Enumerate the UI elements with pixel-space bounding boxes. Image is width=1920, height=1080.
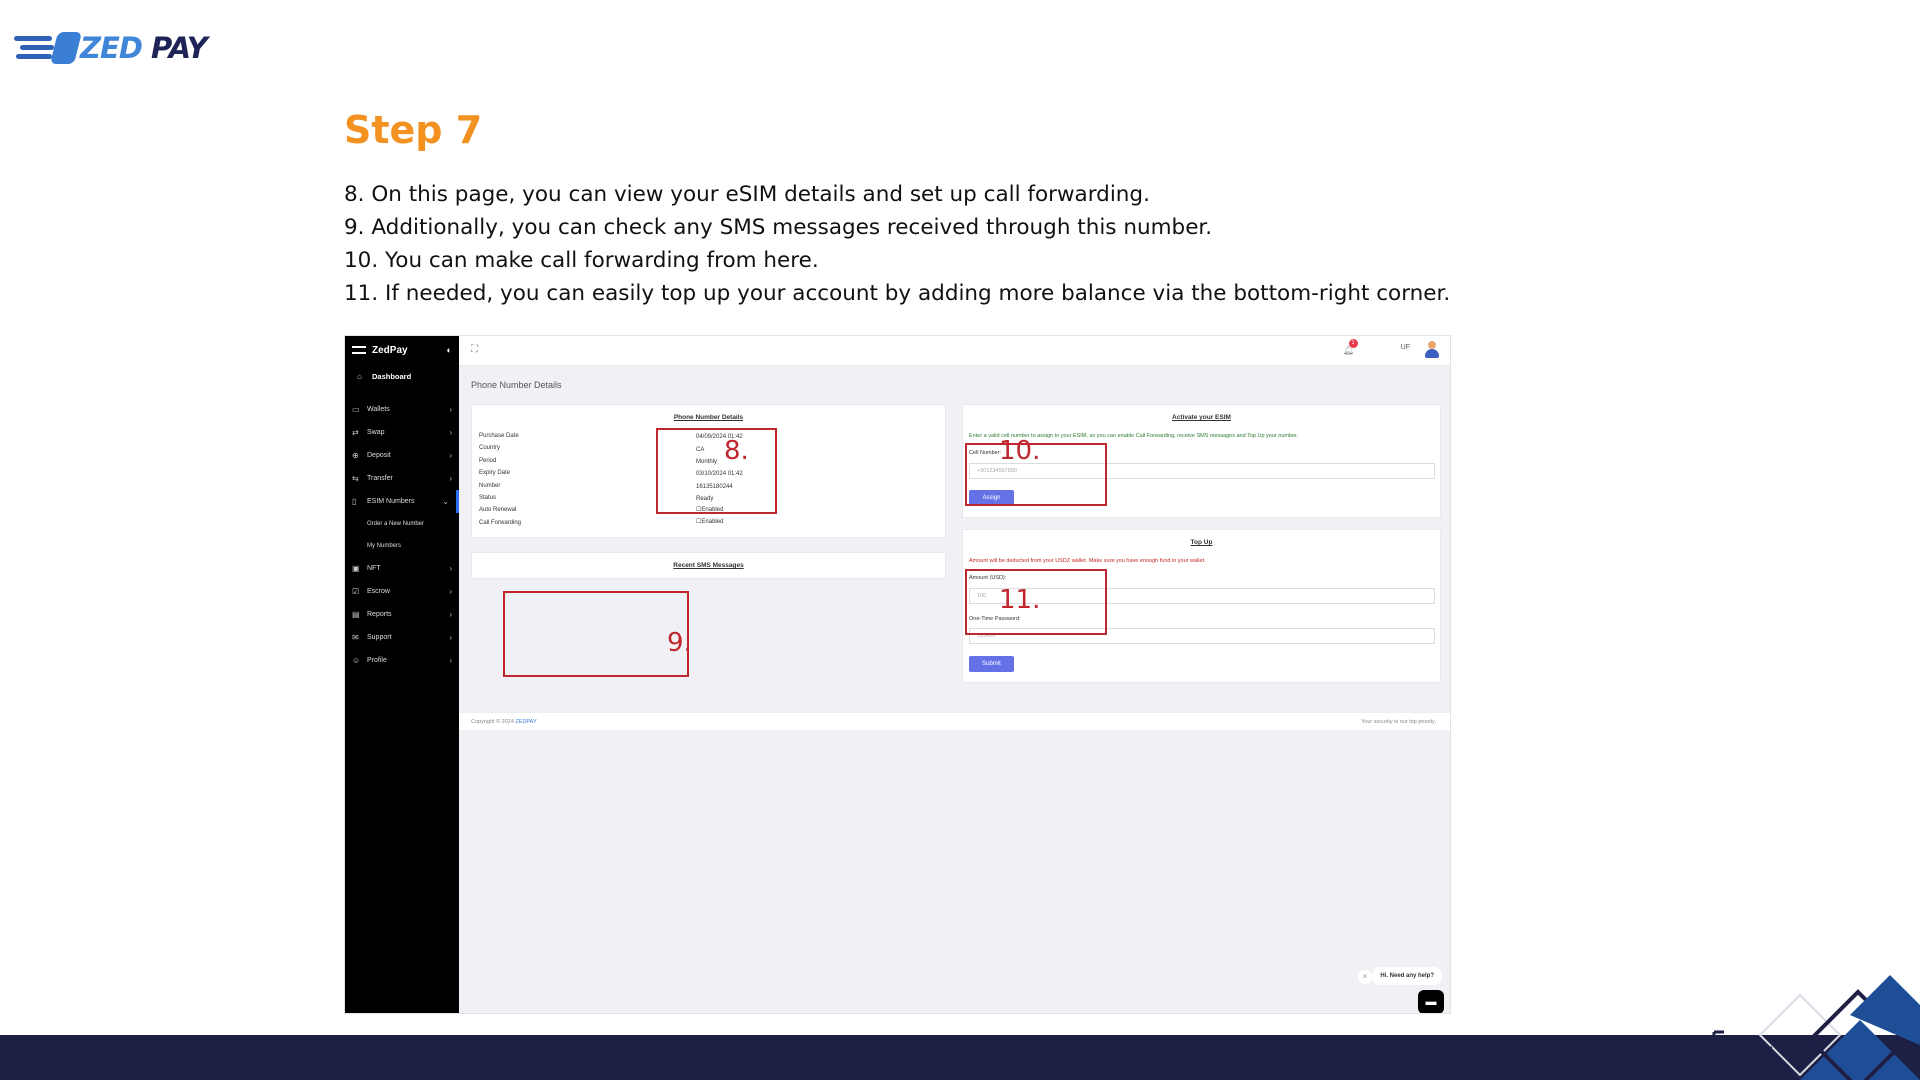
logo-mark-icon: [14, 28, 82, 68]
app-footer: Copyright © 2024 ZEDPAY Your security is…: [459, 712, 1450, 730]
chevron-right-icon: ›: [449, 451, 452, 460]
chat-close-icon[interactable]: ×: [1358, 970, 1372, 984]
card-title: Activate your ESIM: [1172, 414, 1231, 421]
mail-icon: ✉: [352, 633, 359, 642]
sidebar-item-support[interactable]: ✉ Support ›: [345, 626, 459, 649]
security-tagline: Your security is our top priority.: [1361, 719, 1436, 725]
detail-label: Auto Renewal: [479, 507, 517, 513]
callout-box-8: [656, 428, 777, 514]
sidebar-item-esim-numbers[interactable]: ▯ ESIM Numbers ⌄: [345, 490, 459, 513]
app-screenshot: ZedPay ◐ ⌂ Dashboard ▭ Wallets › ⇄ Swap › ⊕ De…: [344, 335, 1451, 1014]
sidebar-item-profile[interactable]: ☺ Profile ›: [345, 649, 459, 672]
chevron-right-icon: ›: [449, 587, 452, 596]
transfer-icon: ⇆: [352, 474, 359, 483]
call-forwarding-checkbox[interactable]: ☐Enabled: [696, 518, 723, 525]
detail-label: Call Forwarding: [479, 520, 522, 526]
avatar[interactable]: [1424, 341, 1440, 359]
language-selector[interactable]: UF: [1401, 344, 1410, 351]
sidebar-item-escrow[interactable]: ☑ Escrow ›: [345, 580, 459, 603]
footer-band: [0, 1035, 1920, 1080]
sidebar-item-dashboard[interactable]: ⌂ Dashboard: [345, 364, 459, 388]
corner-decoration: [1700, 970, 1920, 1080]
image-icon: ▣: [352, 564, 360, 573]
detail-label: Status: [479, 495, 497, 501]
sms-card: Recent SMS Messages: [471, 552, 946, 579]
logo-wordmark: ZED PAY: [80, 31, 208, 65]
chevron-right-icon: ›: [449, 656, 452, 665]
sidebar-item-deposit[interactable]: ⊕ Deposit ›: [345, 444, 459, 467]
escrow-icon: ☑: [352, 587, 360, 596]
step-title: Step 7: [344, 108, 483, 152]
chat-widget-button[interactable]: ▬: [1418, 990, 1444, 1013]
sidebar-item-transfer[interactable]: ⇆ Transfer ›: [345, 467, 459, 490]
sidebar-subitem-order[interactable]: Order a New Number: [345, 513, 459, 535]
card-title: Top Up: [1190, 539, 1213, 546]
user-icon: ☺: [352, 656, 361, 665]
footer-brand-link[interactable]: ZEDPAY: [515, 719, 536, 725]
callout-number-11: 11.: [999, 585, 1041, 615]
sidebar: ZedPay ◐ ⌂ Dashboard ▭ Wallets › ⇄ Swap › ⊕ De…: [345, 336, 459, 1013]
callout-number-8: 8.: [724, 436, 749, 466]
callout-box-9: [503, 591, 689, 677]
detail-label: Purchase Date: [479, 433, 519, 439]
top-up-warning: Amount will be deducted from your USDZ w…: [969, 558, 1206, 564]
toggle-sidebar-icon[interactable]: ◐: [447, 345, 452, 355]
step-instructions: 8. On this page, you can view your eSIM …: [344, 178, 1450, 310]
top-bar: ⛶ 🔔︎ 1 UF: [459, 336, 1450, 366]
callout-number-9: 9.: [667, 628, 692, 658]
chat-icon: ▬: [1425, 996, 1437, 1008]
step-line: 9. Additionally, you can check any SMS m…: [344, 215, 1213, 240]
sidebar-item-wallets[interactable]: ▭ Wallets ›: [345, 398, 459, 421]
notification-bell-icon[interactable]: 🔔︎ 1: [1343, 339, 1358, 356]
detail-label: Country: [479, 445, 501, 451]
app-logo-icon: [352, 346, 366, 354]
chevron-right-icon: ›: [449, 474, 452, 483]
notification-badge: 1: [1348, 339, 1358, 348]
wallet-icon: ▭: [352, 405, 360, 414]
sim-icon: ▯: [352, 497, 357, 506]
chevron-right-icon: ›: [449, 405, 452, 414]
callout-number-10: 10.: [999, 436, 1041, 466]
copyright-text: Copyright © 2024 ZEDPAY: [471, 719, 537, 725]
sidebar-item-nft[interactable]: ▣ NFT ›: [345, 557, 459, 580]
home-icon: ⌂: [357, 371, 362, 381]
page-title: Phone Number Details: [471, 380, 562, 390]
card-title: Phone Number Details: [673, 414, 744, 421]
sidebar-item-swap[interactable]: ⇄ Swap ›: [345, 421, 459, 444]
submit-button[interactable]: Submit: [969, 656, 1014, 672]
fullscreen-icon[interactable]: ⛶: [471, 344, 478, 355]
chevron-right-icon: ›: [449, 633, 452, 642]
card-title: Recent SMS Messages: [673, 562, 744, 569]
step-line: 11. If needed, you can easily top up you…: [344, 281, 1451, 306]
detail-label: Period: [479, 458, 497, 464]
chevron-down-icon: ⌄: [442, 497, 449, 506]
sidebar-brand: ZedPay: [372, 344, 408, 356]
corner-shapes-icon: [1712, 975, 1920, 1080]
detail-label: Number: [479, 483, 501, 489]
step-line: 10. You can make call forwarding from he…: [344, 248, 819, 273]
sidebar-item-reports[interactable]: ▤ Reports ›: [345, 603, 459, 626]
swap-icon: ⇄: [352, 428, 359, 437]
chevron-right-icon: ›: [449, 564, 452, 573]
zedpay-logo: ZED PAY: [14, 28, 208, 68]
chevron-right-icon: ›: [449, 610, 452, 619]
detail-label: Expiry Date: [479, 470, 511, 476]
chat-greeting: Hi. Need any help?: [1372, 967, 1442, 985]
reports-icon: ▤: [352, 610, 360, 619]
chevron-right-icon: ›: [449, 428, 452, 437]
deposit-icon: ⊕: [352, 451, 359, 460]
step-line: 8. On this page, you can view your eSIM …: [344, 182, 1150, 207]
sidebar-subitem-my-numbers[interactable]: My Numbers: [345, 535, 459, 557]
sidebar-header: ZedPay ◐: [345, 336, 459, 364]
